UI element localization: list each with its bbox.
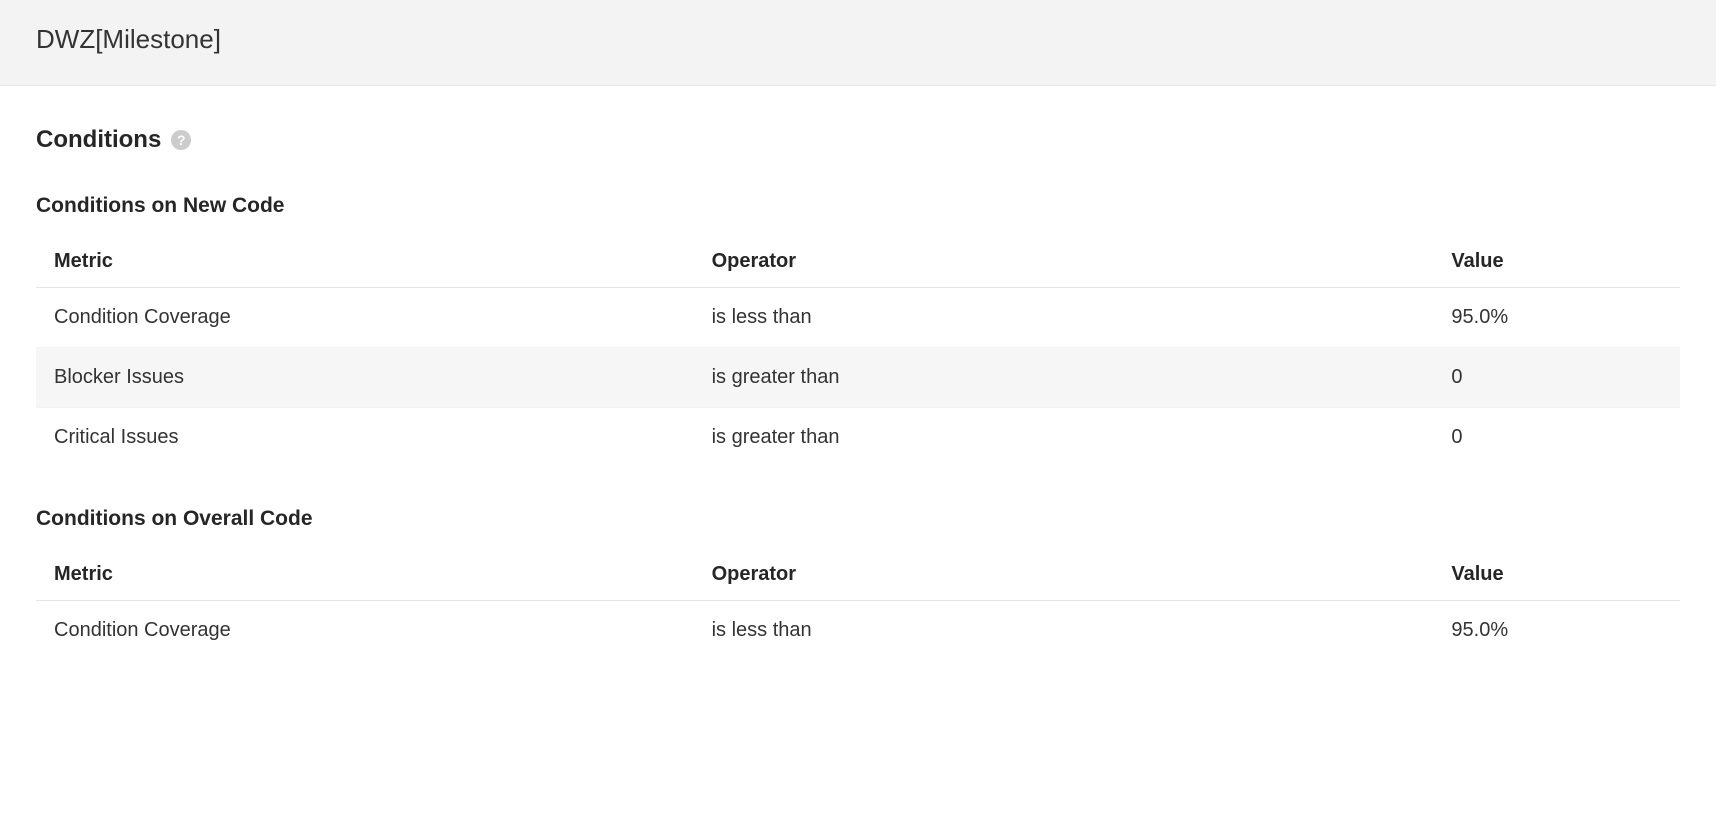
column-header-operator: Operator: [694, 236, 1434, 288]
cell-operator: is greater than: [694, 408, 1434, 468]
page-title: DWZ[Milestone]: [36, 24, 1680, 55]
cell-operator: is greater than: [694, 348, 1434, 408]
cell-value: 95.0%: [1433, 288, 1680, 348]
conditions-new-code-table: Metric Operator Value Condition Coverage…: [36, 236, 1680, 467]
conditions-overall-code-section: Conditions on Overall Code Metric Operat…: [36, 507, 1680, 660]
cell-metric: Blocker Issues: [36, 348, 694, 408]
cell-operator: is less than: [694, 288, 1434, 348]
cell-value: 0: [1433, 348, 1680, 408]
cell-metric: Condition Coverage: [36, 288, 694, 348]
conditions-new-code-title: Conditions on New Code: [36, 194, 1680, 218]
column-header-value: Value: [1433, 236, 1680, 288]
content-area: Conditions ? Conditions on New Code Metr…: [0, 86, 1716, 740]
cell-operator: is less than: [694, 601, 1434, 661]
conditions-overall-code-table: Metric Operator Value Condition Coverage…: [36, 549, 1680, 660]
conditions-heading-row: Conditions ?: [36, 126, 1680, 154]
column-header-value: Value: [1433, 549, 1680, 601]
header-bar: DWZ[Milestone]: [0, 0, 1716, 86]
table-row: Condition Coverage is less than 95.0%: [36, 601, 1680, 661]
column-header-operator: Operator: [694, 549, 1434, 601]
conditions-heading: Conditions: [36, 126, 161, 154]
conditions-new-code-section: Conditions on New Code Metric Operator V…: [36, 194, 1680, 467]
conditions-overall-code-title: Conditions on Overall Code: [36, 507, 1680, 531]
column-header-metric: Metric: [36, 549, 694, 601]
help-icon[interactable]: ?: [171, 130, 191, 150]
cell-metric: Condition Coverage: [36, 601, 694, 661]
cell-value: 95.0%: [1433, 601, 1680, 661]
table-row: Critical Issues is greater than 0: [36, 408, 1680, 468]
cell-metric: Critical Issues: [36, 408, 694, 468]
column-header-metric: Metric: [36, 236, 694, 288]
table-row: Condition Coverage is less than 95.0%: [36, 288, 1680, 348]
table-row: Blocker Issues is greater than 0: [36, 348, 1680, 408]
cell-value: 0: [1433, 408, 1680, 468]
